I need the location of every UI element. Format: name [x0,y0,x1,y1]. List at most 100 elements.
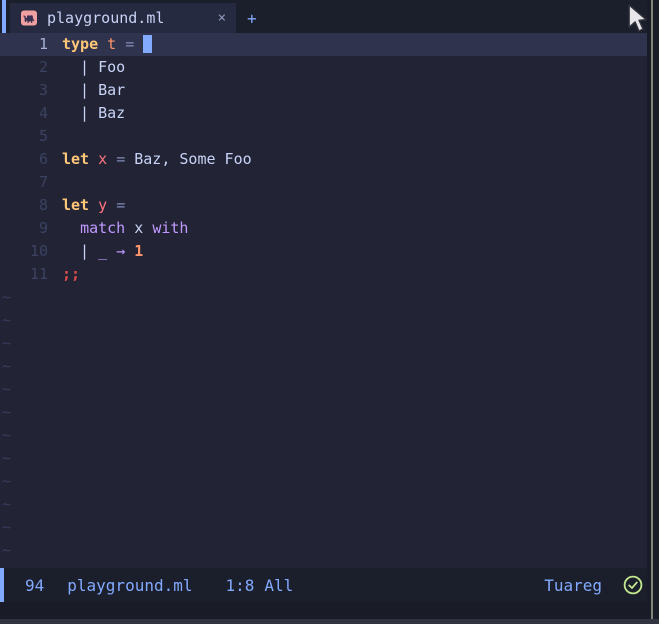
tab-label: playground.ml [47,9,165,27]
code-token: Baz, Some Foo [125,150,252,168]
code-token: let [62,150,90,168]
code-line-1[interactable]: 1 type t = [0,33,647,56]
empty-line: ~ [0,378,647,401]
code-line-11[interactable]: 11;; [0,263,647,286]
code-text: | _ → 1 [62,240,143,263]
command-line [0,602,647,619]
code-token: → [116,242,126,260]
empty-line-tilde: ~ [2,495,12,513]
line-number: 2 [38,58,48,76]
empty-line-tilde: ~ [2,357,12,375]
code-token: _ [98,242,108,260]
empty-line-tilde: ~ [2,449,12,467]
block-cursor [143,35,153,53]
code-token: | Foo [62,58,126,76]
code-token: = [125,35,135,53]
empty-line-tilde: ~ [2,541,12,559]
code-line-8[interactable]: 8 let y = [0,194,647,217]
code-token: type [62,35,99,53]
editor-area[interactable]: 1 type t = 2 | Foo 3 | Bar 4 | Baz 5 6 let x =… [0,33,647,568]
code-token: with [152,219,189,237]
terminal-window: playground.ml × + 1 type t = 2 | Foo 3 | B… [0,0,659,624]
empty-line-tilde: ~ [2,472,12,490]
line-number: 5 [38,127,48,145]
empty-line-tilde: ~ [2,334,12,352]
code-line-2[interactable]: 2 | Foo [0,56,647,79]
empty-line: ~ [0,286,647,309]
code-line-4[interactable]: 4 | Baz [0,102,647,125]
check-circle-icon [622,574,644,596]
line-number: 4 [38,104,48,122]
empty-line: ~ [0,309,647,332]
tab-close-icon[interactable]: × [218,10,226,26]
empty-line: ~ [0,516,647,539]
line-number: 3 [38,81,48,99]
line-number: 6 [38,150,48,168]
mode-indicator: Tuareg [544,575,602,595]
empty-line-tilde: ~ [2,426,12,444]
line-number: 9 [38,219,48,237]
empty-line: ~ [0,539,647,562]
statusbar-filename: playground.ml [67,575,193,595]
empty-line: ~ [0,470,647,493]
code-text: ;; [62,263,80,286]
code-line-9[interactable]: 9 match x with [0,217,647,240]
buffer-number: 94 [25,575,45,595]
window-right-gap [647,0,659,619]
statusbar-accent-bar [0,568,4,602]
ocaml-camel-icon [20,10,38,26]
code-line-10[interactable]: 10 | _ → 1 [0,240,647,263]
tab-bar: playground.ml × + [0,0,659,33]
line-number: 7 [38,173,48,191]
empty-line: ~ [0,355,647,378]
code-line-7[interactable]: 7 [0,171,647,194]
tab-playground[interactable]: playground.ml × [10,3,236,33]
code-token: t [107,35,117,53]
code-token: x [125,219,153,237]
code-token: ;; [62,265,81,283]
code-text: type t = [62,33,153,56]
code-text: match x with [62,217,188,240]
code-line-5[interactable]: 5 [0,125,647,148]
cursor-position: 1:8 [225,575,255,595]
line-number: 1 [38,35,48,53]
left-accent-bar [2,0,6,33]
empty-line: ~ [0,493,647,516]
empty-line-tilde: ~ [2,518,12,536]
empty-line-tilde: ~ [2,311,12,329]
window-bottom-border [0,619,659,624]
code-token: 1 [134,242,144,260]
status-bar: 94 playground.ml 1:8 All Tuareg [0,568,647,602]
code-line-3[interactable]: 3 | Bar [0,79,647,102]
empty-line: ~ [0,401,647,424]
line-number: 8 [38,196,48,214]
new-tab-button[interactable]: + [247,3,257,33]
empty-line: ~ [0,332,647,355]
empty-line-tilde: ~ [2,403,12,421]
code-token: match [80,219,126,237]
code-token: | Baz [62,104,126,122]
code-line-6[interactable]: 6 let x = Baz, Some Foo [0,148,647,171]
code-token: let [62,196,90,214]
mouse-cursor [627,4,649,34]
empty-line: ~ [0,424,647,447]
code-text: let x = Baz, Some Foo [62,148,252,171]
window-right-border [651,0,653,619]
line-number: 10 [29,242,48,260]
code-text: | Baz [62,102,125,125]
empty-line-tilde: ~ [2,380,12,398]
code-token: = [116,196,126,214]
code-token: y [98,196,108,214]
code-text: | Bar [62,79,125,102]
code-token: | Bar [62,81,126,99]
